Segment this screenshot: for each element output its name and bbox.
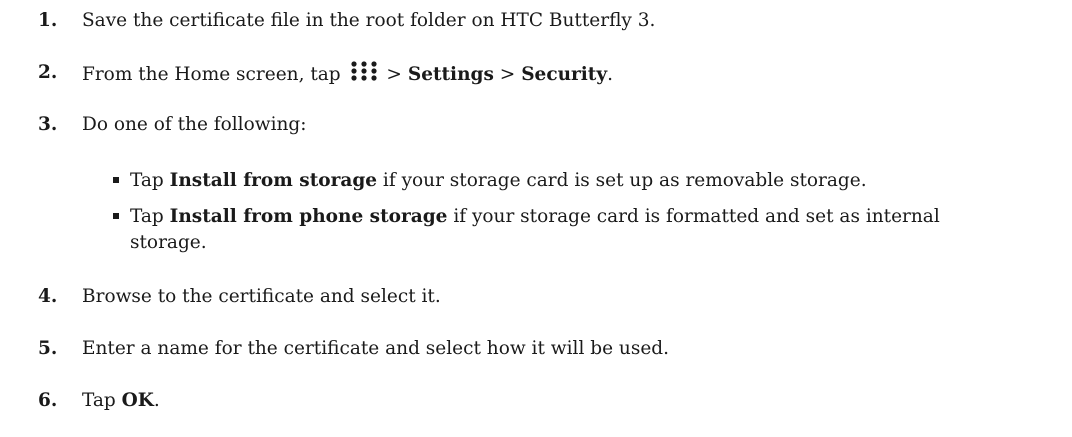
step-text: Save the certificate file in the root fo… — [82, 10, 656, 31]
bullet-item-1: Tap Install from storage if your storage… — [113, 168, 867, 194]
step-number: 2. — [38, 62, 58, 83]
step-text: Enter a name for the certificate and sel… — [82, 338, 670, 359]
apps-grid-icon — [350, 61, 377, 81]
step-number: 3. — [38, 114, 58, 135]
step-number: 6. — [38, 390, 58, 411]
bullet-item-2: Tap Install from phone storage if your s… — [113, 204, 940, 256]
step-number: 1. — [38, 10, 58, 31]
step-text: Tap OK. — [82, 390, 160, 411]
ok-label: OK — [121, 390, 154, 411]
step-number: 5. — [38, 338, 58, 359]
step-text: From the Home screen, tap > Settings > S… — [82, 60, 613, 88]
bullet-marker — [113, 177, 119, 183]
bullet-marker — [113, 213, 119, 219]
step-number: 4. — [38, 286, 58, 307]
step-text: Browse to the certificate and select it. — [82, 286, 441, 307]
settings-label: Settings — [407, 64, 494, 85]
security-label: Security — [521, 64, 608, 85]
document-page: { "steps": [ {"num": "1.", "text": "Save… — [0, 0, 1072, 437]
step-text: Do one of the following: — [82, 114, 307, 135]
